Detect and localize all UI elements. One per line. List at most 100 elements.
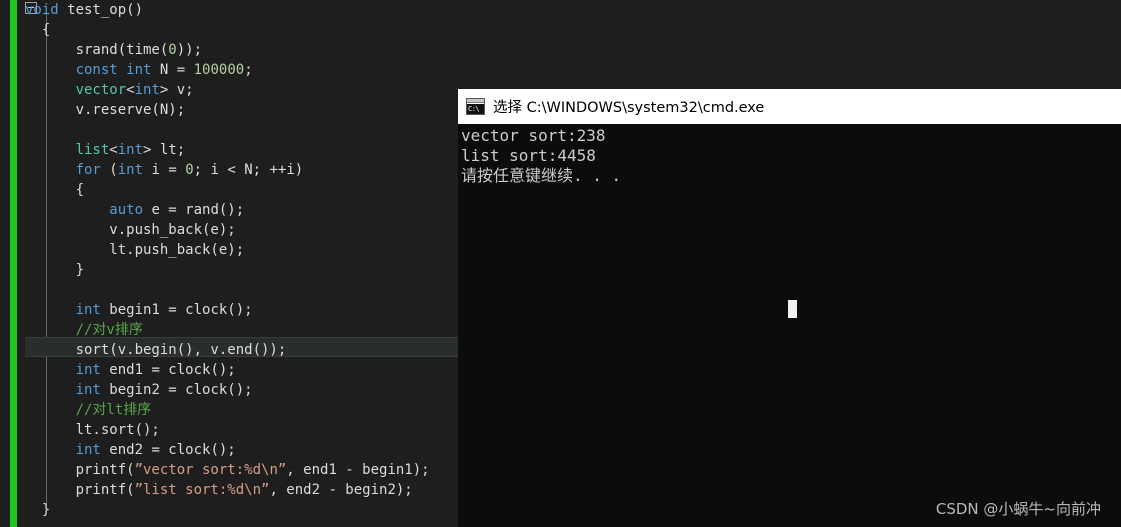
code-token-pln bbox=[25, 442, 76, 458]
console-title-text: 选择 C:\WINDOWS\system32\cmd.exe bbox=[493, 100, 765, 116]
console-output-line: list sort:4458 bbox=[461, 146, 596, 165]
code-line: { bbox=[0, 180, 458, 200]
code-token-pln: v.push_back(e); bbox=[25, 222, 236, 238]
code-line: { bbox=[0, 20, 458, 40]
console-output-line: 请按任意键继续. . . bbox=[461, 166, 622, 185]
cmd-exe-icon: C:\ bbox=[466, 98, 485, 115]
code-token-pln: srand(time( bbox=[25, 42, 169, 58]
cmd-icon-titlebar bbox=[467, 99, 484, 103]
code-token-str: ”list sort:%d\n” bbox=[134, 482, 270, 498]
code-line: v.reserve(N); bbox=[0, 100, 458, 120]
code-token-pln: < bbox=[109, 142, 118, 158]
code-token-pln: lt.sort(); bbox=[25, 422, 160, 438]
code-token-kw: int bbox=[75, 382, 101, 398]
code-line: const int N = 100000; bbox=[0, 60, 458, 80]
code-token-pln: ( bbox=[100, 162, 118, 178]
code-token-pln: begin1 = clock(); bbox=[100, 302, 253, 318]
code-token-cmt: //对v排序 bbox=[75, 322, 143, 338]
code-line: for (int i = 0; i < N; ++i) bbox=[0, 160, 458, 180]
code-token-pln bbox=[25, 62, 76, 78]
code-token-pln bbox=[25, 202, 109, 218]
code-token-pln: printf( bbox=[25, 482, 135, 498]
code-line: auto e = rand(); bbox=[0, 200, 458, 220]
code-token-kw: int bbox=[75, 362, 101, 378]
code-token-pln bbox=[25, 382, 76, 398]
code-line: //对lt排序 bbox=[0, 400, 458, 420]
code-token-kw: const bbox=[75, 62, 118, 78]
code-line: srand(time(0)); bbox=[0, 40, 458, 60]
code-token-kw: int bbox=[75, 442, 101, 458]
code-token-pln: test_op() bbox=[58, 2, 144, 18]
code-line: } bbox=[0, 500, 458, 520]
code-token-pln: lt.push_back(e); bbox=[25, 242, 245, 258]
code-token-pln: ; bbox=[244, 62, 253, 78]
code-token-num: 0 bbox=[168, 42, 177, 58]
code-token-pln: < bbox=[126, 82, 135, 98]
console-title-bar[interactable]: C:\ 选择 C:\WINDOWS\system32\cmd.exe bbox=[458, 89, 1121, 124]
code-token-pln: > lt; bbox=[143, 142, 186, 158]
code-token-pln bbox=[118, 62, 126, 78]
code-line: int begin1 = clock(); bbox=[0, 300, 458, 320]
code-token-kw: int bbox=[134, 82, 160, 98]
code-token-num: 0 bbox=[185, 162, 194, 178]
code-token-pln bbox=[25, 142, 76, 158]
code-token-pln: sort(v.begin(), v.end()); bbox=[25, 342, 287, 358]
code-token-pln bbox=[25, 402, 76, 418]
code-token-kw: int bbox=[126, 62, 152, 78]
code-token-kw: int bbox=[117, 162, 144, 178]
code-token-pln bbox=[25, 82, 76, 98]
code-token-pln: printf( bbox=[25, 462, 135, 478]
code-token-kw: for bbox=[75, 162, 101, 178]
code-token-pln bbox=[25, 162, 76, 178]
console-output-area[interactable]: vector sort:238 list sort:4458 请按任意键继续. … bbox=[458, 124, 1121, 527]
code-token-str: ”vector sort:%d\n” bbox=[134, 462, 287, 478]
console-output-line: vector sort:238 bbox=[461, 126, 606, 145]
code-token-pln: { bbox=[25, 182, 85, 198]
code-line: int end1 = clock(); bbox=[0, 360, 458, 380]
code-token-pln bbox=[25, 322, 76, 338]
code-token-pln bbox=[25, 362, 76, 378]
csdn-watermark: CSDN @小蜗牛~向前冲 bbox=[935, 500, 1101, 518]
cmd-icon-label: C:\ bbox=[467, 104, 484, 114]
code-token-pln: } bbox=[25, 502, 51, 518]
code-line: vector<int> v; bbox=[0, 80, 458, 100]
code-token-kw: int bbox=[117, 142, 144, 158]
code-text-area[interactable]: void test_op() { srand(time(0)); const i… bbox=[0, 0, 458, 520]
code-token-cmt: //对lt排序 bbox=[75, 402, 152, 418]
screenshot-root: void test_op() { srand(time(0)); const i… bbox=[0, 0, 1121, 527]
code-line: int end2 = clock(); bbox=[0, 440, 458, 460]
code-token-kw: int bbox=[75, 302, 101, 318]
code-token-pln: , end2 - begin2); bbox=[269, 482, 413, 498]
code-line: //对v排序 bbox=[0, 320, 458, 340]
code-token-pln: } bbox=[25, 262, 85, 278]
code-line: void test_op() bbox=[0, 0, 458, 20]
code-token-typ: list bbox=[75, 142, 110, 158]
code-line: v.push_back(e); bbox=[0, 220, 458, 240]
code-token-pln: { bbox=[25, 22, 51, 38]
console-text-cursor bbox=[788, 300, 797, 318]
code-line: } bbox=[0, 260, 458, 280]
code-token-pln: v.reserve(N); bbox=[25, 102, 186, 118]
code-token-pln bbox=[25, 302, 76, 318]
cmd-console-window[interactable]: C:\ 选择 C:\WINDOWS\system32\cmd.exe vecto… bbox=[458, 89, 1121, 527]
code-line: lt.sort(); bbox=[0, 420, 458, 440]
code-token-pln: ; i < N; ++i) bbox=[193, 162, 304, 178]
code-editor-pane[interactable]: void test_op() { srand(time(0)); const i… bbox=[0, 0, 458, 527]
code-token-typ: vector bbox=[75, 82, 127, 98]
code-token-pln: i = bbox=[143, 162, 186, 178]
code-token-pln: end1 = clock(); bbox=[100, 362, 236, 378]
code-line: printf(”list sort:%d\n”, end2 - begin2); bbox=[0, 480, 458, 500]
code-token-pln: > v; bbox=[159, 82, 194, 98]
code-token-kw: void bbox=[25, 2, 59, 18]
code-line: lt.push_back(e); bbox=[0, 240, 458, 260]
code-token-pln: end2 = clock(); bbox=[100, 442, 236, 458]
code-token-num: 100000 bbox=[193, 62, 245, 78]
code-line: int begin2 = clock(); bbox=[0, 380, 458, 400]
code-token-pln: )); bbox=[176, 42, 203, 58]
code-token-kw: auto bbox=[109, 202, 144, 218]
code-token-pln: , end1 - begin1); bbox=[286, 462, 430, 478]
code-token-pln: e = rand(); bbox=[143, 202, 245, 218]
code-line: printf(”vector sort:%d\n”, end1 - begin1… bbox=[0, 460, 458, 480]
code-token-pln: begin2 = clock(); bbox=[100, 382, 253, 398]
